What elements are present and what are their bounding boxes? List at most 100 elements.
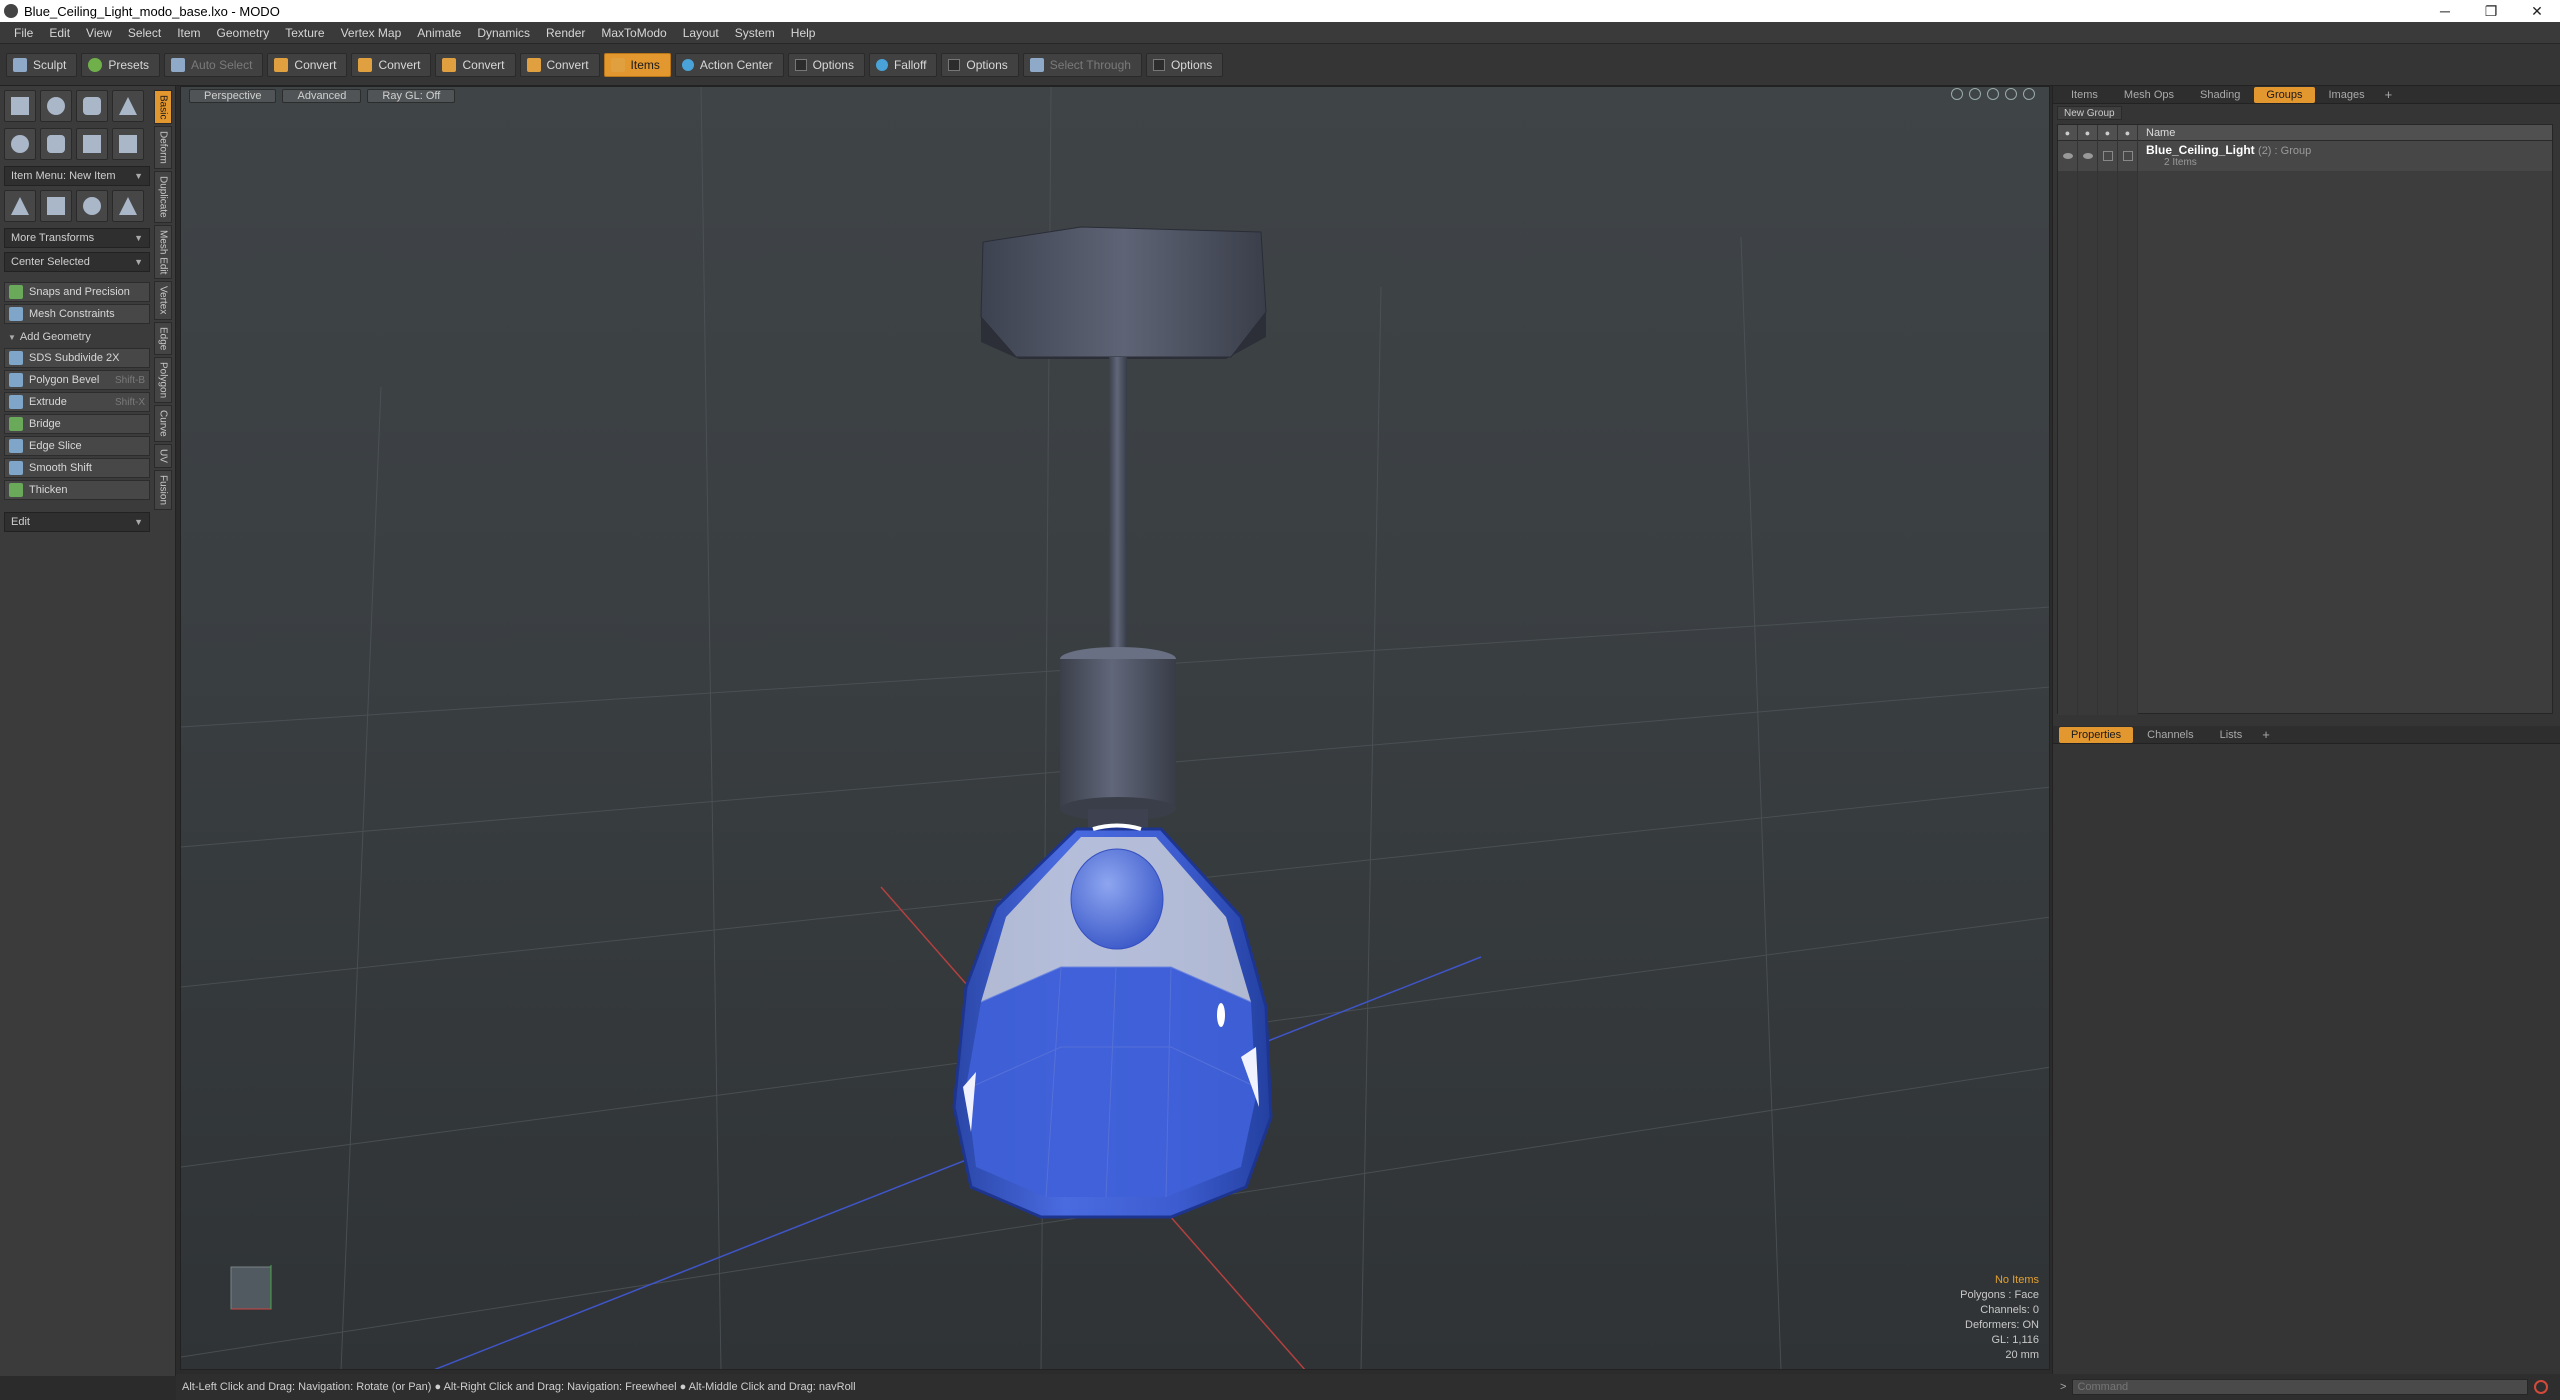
menu-maxtomodo[interactable]: MaxToModo: [593, 26, 674, 40]
add-tab-icon[interactable]: +: [2256, 727, 2276, 742]
menu-vertex-map[interactable]: Vertex Map: [333, 26, 410, 40]
options-button-1[interactable]: Options: [787, 52, 865, 77]
menu-render[interactable]: Render: [538, 26, 593, 40]
cylinder-tool-button[interactable]: [76, 90, 108, 122]
convert-vertices-button[interactable]: Convert: [267, 52, 348, 77]
group-render-toggle[interactable]: [2078, 141, 2098, 171]
select-through-button[interactable]: Select Through: [1022, 52, 1142, 77]
perspective-view-button[interactable]: Perspective: [189, 89, 277, 103]
capsule-tool-button[interactable]: [40, 128, 72, 160]
center-selected-dropdown[interactable]: Center Selected ▼: [4, 252, 150, 272]
advanced-shading-button[interactable]: Advanced: [282, 89, 362, 103]
menu-geometry[interactable]: Geometry: [209, 26, 278, 40]
sphere-tool-button[interactable]: [40, 90, 72, 122]
bridge-button[interactable]: Bridge: [4, 414, 150, 434]
torus-tool-button[interactable]: [4, 128, 36, 160]
new-group-button[interactable]: New Group: [2057, 106, 2122, 120]
menu-texture[interactable]: Texture: [277, 26, 332, 40]
zoom-view-icon[interactable]: [1987, 88, 1999, 100]
rotate-tool-button[interactable]: [76, 190, 108, 222]
cone-tool-button[interactable]: [112, 90, 144, 122]
name-column-header[interactable]: Name: [2138, 127, 2175, 139]
add-geometry-section[interactable]: ▼ Add Geometry: [4, 328, 150, 346]
raygl-toggle[interactable]: Ray GL: Off: [367, 89, 456, 103]
item-menu-dropdown[interactable]: Item Menu: New Item ▼: [4, 166, 150, 186]
tab-groups[interactable]: Groups: [2254, 86, 2315, 103]
polygon-bevel-button[interactable]: Polygon Bevel Shift-B: [4, 370, 150, 390]
render-column-icon[interactable]: ●: [2078, 124, 2098, 141]
menu-select[interactable]: Select: [120, 26, 169, 40]
more-transforms-dropdown[interactable]: More Transforms ▼: [4, 228, 150, 248]
tab-vertex[interactable]: Vertex: [154, 281, 172, 320]
scale-tool-button[interactable]: [112, 190, 144, 222]
tab-properties[interactable]: Properties: [2059, 726, 2134, 743]
restore-button[interactable]: ❐: [2468, 0, 2514, 22]
text-tool-button[interactable]: [112, 128, 144, 160]
group-lock-toggle[interactable]: [2098, 141, 2118, 171]
menu-system[interactable]: System: [727, 26, 783, 40]
falloff-button[interactable]: Falloff: [868, 52, 938, 77]
3d-viewport[interactable]: Perspective Advanced Ray GL: Off No Item…: [180, 86, 2050, 1370]
items-mode-button[interactable]: Items: [603, 52, 671, 77]
menu-dynamics[interactable]: Dynamics: [469, 26, 538, 40]
plane-tool-button[interactable]: [76, 128, 108, 160]
mesh-constraints-button[interactable]: Mesh Constraints: [4, 304, 150, 324]
menu-animate[interactable]: Animate: [409, 26, 469, 40]
thicken-button[interactable]: Thicken: [4, 480, 150, 500]
menu-edit[interactable]: Edit: [41, 26, 78, 40]
convert-materials-button[interactable]: Convert: [519, 52, 600, 77]
viewport-settings-icon[interactable]: [2023, 88, 2035, 100]
lock-column-icon[interactable]: ●: [2098, 124, 2118, 141]
extrude-button[interactable]: Extrude Shift-X: [4, 392, 150, 412]
tab-items[interactable]: Items: [2059, 87, 2110, 103]
options-button-3[interactable]: Options: [1145, 52, 1224, 77]
convert-polygons-button[interactable]: Convert: [435, 52, 516, 77]
tab-basic[interactable]: Basic: [154, 90, 172, 125]
add-tab-icon[interactable]: +: [2379, 87, 2399, 102]
convert-edges-button[interactable]: Convert: [351, 52, 432, 77]
tab-edge[interactable]: Edge: [154, 321, 172, 356]
options-button-2[interactable]: Options: [941, 52, 1019, 77]
group-select-toggle[interactable]: [2118, 141, 2138, 171]
cube-tool-button[interactable]: [4, 90, 36, 122]
grid-tool-button[interactable]: [40, 190, 72, 222]
command-input[interactable]: [2072, 1379, 2529, 1395]
tab-curve[interactable]: Curve: [154, 405, 172, 442]
sculpt-button[interactable]: Sculpt: [6, 52, 78, 77]
fit-view-icon[interactable]: [1951, 88, 1963, 100]
group-visibility-toggle[interactable]: [2058, 141, 2078, 171]
transform-tool-button[interactable]: [4, 190, 36, 222]
auto-select-button[interactable]: Auto Select: [164, 52, 264, 77]
menu-help[interactable]: Help: [783, 26, 824, 40]
tab-deform[interactable]: Deform: [154, 126, 172, 170]
menu-file[interactable]: File: [6, 26, 41, 40]
tab-fusion[interactable]: Fusion: [154, 469, 172, 510]
tab-mesh-ops[interactable]: Mesh Ops: [2112, 87, 2186, 103]
tab-uv[interactable]: UV: [154, 443, 172, 468]
close-button[interactable]: ✕: [2514, 0, 2560, 22]
snaps-precision-button[interactable]: Snaps and Precision: [4, 282, 150, 302]
smooth-shift-button[interactable]: Smooth Shift: [4, 458, 150, 478]
edge-slice-button[interactable]: Edge Slice: [4, 436, 150, 456]
visibility-column-icon[interactable]: ●: [2058, 124, 2078, 141]
action-center-button[interactable]: Action Center: [674, 52, 784, 77]
pan-view-icon[interactable]: [2005, 88, 2017, 100]
minimize-button[interactable]: ─: [2422, 0, 2468, 22]
menu-layout[interactable]: Layout: [675, 26, 727, 40]
menu-item[interactable]: Item: [169, 26, 208, 40]
tab-polygon[interactable]: Polygon: [154, 357, 172, 404]
tab-images[interactable]: Images: [2317, 87, 2377, 103]
select-column-icon[interactable]: ●: [2118, 124, 2138, 141]
tab-mesh-edit[interactable]: Mesh Edit: [154, 224, 172, 280]
record-macro-icon[interactable]: [2534, 1380, 2549, 1394]
sds-subdivide-button[interactable]: SDS Subdivide 2X: [4, 348, 150, 368]
menu-view[interactable]: View: [78, 26, 120, 40]
group-row[interactable]: Blue_Ceiling_Light (2) : Group 2 Items: [2058, 141, 2552, 171]
tab-lists[interactable]: Lists: [2208, 727, 2255, 743]
tab-shading[interactable]: Shading: [2188, 87, 2252, 103]
tab-channels[interactable]: Channels: [2135, 727, 2205, 743]
tab-duplicate[interactable]: Duplicate: [154, 171, 172, 223]
rotate-view-icon[interactable]: [1969, 88, 1981, 100]
presets-button[interactable]: Presets: [81, 52, 161, 77]
edit-dropdown[interactable]: Edit ▼: [4, 512, 150, 532]
